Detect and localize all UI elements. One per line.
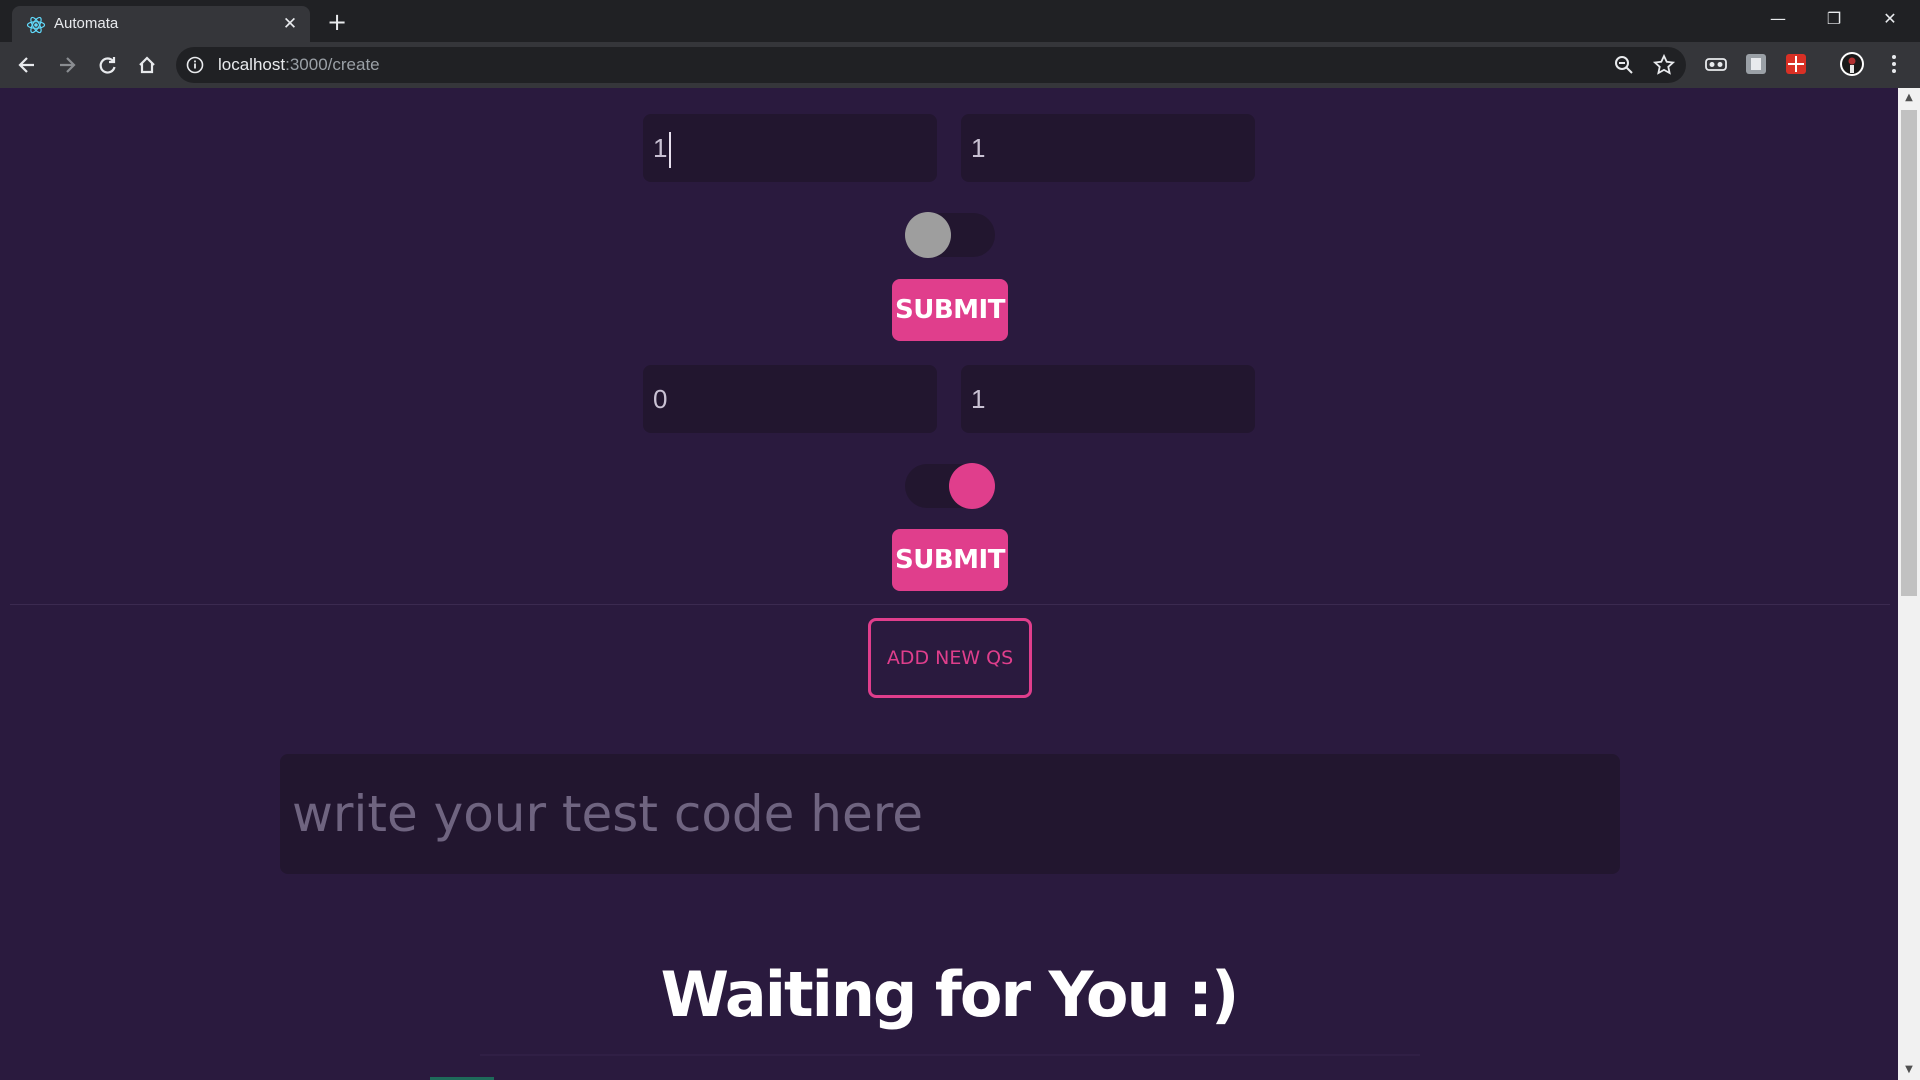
text-caret xyxy=(669,132,672,169)
toggle-knob xyxy=(949,463,995,509)
extension-glasses-icon[interactable] xyxy=(1702,50,1730,78)
status-heading: Waiting for You :) xyxy=(660,958,1240,1031)
page-content: 1 1 SUBMIT 0 1 SUBMIT ADD NEW QS write y… xyxy=(0,88,1898,1080)
extension-gift-icon[interactable] xyxy=(1782,50,1810,78)
react-icon xyxy=(26,15,46,35)
test-code-input[interactable]: write your test code here xyxy=(280,754,1620,874)
restore-icon[interactable]: ❐ xyxy=(1806,0,1862,38)
browser-tab[interactable]: Automata ✕ xyxy=(12,6,310,42)
vertical-scrollbar[interactable]: ▲ ▼ xyxy=(1898,88,1920,1080)
home-icon[interactable] xyxy=(132,50,162,80)
extension-box-icon[interactable] xyxy=(1742,50,1770,78)
transition-input-b[interactable]: 1 xyxy=(961,365,1255,433)
reload-icon[interactable] xyxy=(92,50,122,80)
add-new-qs-button[interactable]: ADD NEW QS xyxy=(868,618,1032,698)
window-close-icon[interactable]: ✕ xyxy=(1862,0,1918,38)
tab-title: Automata xyxy=(54,15,119,32)
section-divider xyxy=(10,604,1890,605)
submit-button[interactable]: SUBMIT xyxy=(892,529,1008,591)
forward-arrow-icon[interactable] xyxy=(52,50,82,80)
toggle-switch[interactable] xyxy=(905,463,995,509)
scroll-down-icon[interactable]: ▼ xyxy=(1898,1060,1920,1080)
transition-input-a[interactable]: 0 xyxy=(643,365,937,433)
star-icon[interactable] xyxy=(1652,53,1676,77)
url-text: localhost:3000/create xyxy=(218,55,380,74)
bottom-divider xyxy=(480,1054,1420,1056)
submit-button[interactable]: SUBMIT xyxy=(892,279,1008,341)
browser-tab-strip: Automata ✕ + — ❐ ✕ xyxy=(0,0,1920,42)
new-tab-icon[interactable]: + xyxy=(322,7,352,37)
toggle-knob xyxy=(905,212,951,258)
toggle-switch[interactable] xyxy=(905,212,995,258)
info-icon[interactable] xyxy=(186,56,204,74)
scroll-up-icon[interactable]: ▲ xyxy=(1898,88,1920,108)
zoom-icon[interactable] xyxy=(1612,53,1636,77)
back-arrow-icon[interactable] xyxy=(12,50,42,80)
scroll-thumb[interactable] xyxy=(1901,110,1917,596)
profile-avatar-icon[interactable] xyxy=(1838,50,1866,78)
close-icon[interactable]: ✕ xyxy=(280,14,300,34)
transition-input-b[interactable]: 1 xyxy=(961,114,1255,182)
kebab-menu-icon[interactable] xyxy=(1880,50,1908,78)
minimize-icon[interactable]: — xyxy=(1750,0,1806,38)
transition-input-a[interactable]: 1 xyxy=(643,114,937,182)
browser-toolbar: localhost:3000/create xyxy=(0,42,1920,88)
address-bar[interactable]: localhost:3000/create xyxy=(176,47,1686,83)
